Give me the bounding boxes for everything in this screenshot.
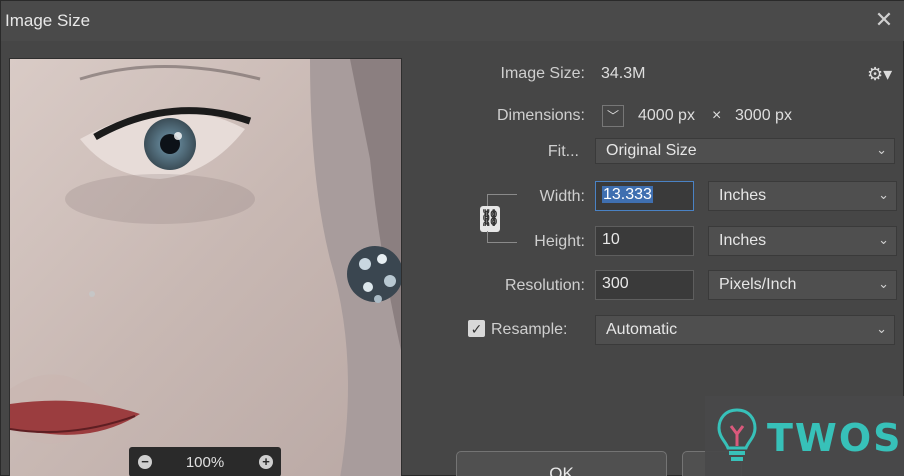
fit-label: Fit...	[547, 143, 579, 160]
dimensions-height: 3000 px	[735, 107, 792, 124]
image-preview[interactable]	[9, 58, 402, 476]
width-label: Width:	[539, 188, 585, 205]
plus-circle-icon[interactable]: +	[259, 455, 273, 469]
height-input-value: 10	[602, 231, 620, 248]
dimensions-separator: ×	[712, 107, 722, 124]
watermark-text: TWOS	[767, 416, 903, 460]
image-size-value: 34.3M	[601, 65, 646, 82]
preview-zoom-bar: − 100% +	[129, 447, 281, 476]
resolution-unit-select[interactable]: Pixels/Inch ⌄	[708, 270, 897, 300]
dialog-title: Image Size	[5, 11, 91, 30]
ok-button[interactable]: OK	[456, 451, 667, 476]
width-unit-select[interactable]: Inches ⌄	[708, 181, 897, 211]
resolution-input[interactable]: 300	[595, 270, 694, 300]
image-size-dialog: Image Size ✕ − 100% + Image Size: 34.3M …	[0, 0, 904, 476]
chevron-down-icon[interactable]: ﹀	[602, 105, 624, 127]
title-bar: Image Size ✕	[1, 1, 904, 41]
resolution-label: Resolution:	[504, 277, 585, 294]
fit-select-value: Original Size	[606, 142, 697, 159]
resolution-unit-value: Pixels/Inch	[719, 276, 797, 293]
chevron-down-icon: ⌄	[876, 142, 887, 157]
dimensions-width: 4000 px	[638, 107, 695, 124]
lightbulb-icon	[717, 408, 757, 461]
twos-watermark: TWOS	[705, 396, 904, 476]
chevron-down-icon: ⌄	[878, 276, 889, 291]
resample-checkbox[interactable]: ✓	[468, 320, 485, 337]
chain-link-icon[interactable]: ⛓	[480, 206, 500, 232]
height-unit-value: Inches	[719, 232, 767, 249]
resolution-input-value: 300	[602, 275, 629, 292]
height-input[interactable]: 10	[595, 226, 694, 256]
resample-select[interactable]: Automatic ⌄	[595, 315, 895, 345]
height-unit-select[interactable]: Inches ⌄	[708, 226, 897, 256]
gear-icon[interactable]: ⚙▾	[867, 64, 892, 85]
width-input[interactable]: 13.333	[595, 181, 694, 211]
height-label: Height:	[534, 233, 585, 250]
chevron-down-icon: ⌄	[876, 321, 887, 336]
preview-image	[10, 59, 401, 476]
resample-value: Automatic	[606, 321, 678, 338]
width-unit-value: Inches	[719, 187, 767, 204]
dimensions-label: Dimensions:	[496, 107, 585, 124]
resample-label: Resample:	[491, 321, 568, 338]
width-input-value: 13.333	[602, 186, 653, 203]
close-icon[interactable]: ✕	[871, 7, 897, 33]
chevron-down-icon: ⌄	[878, 187, 889, 202]
chevron-down-icon: ⌄	[878, 232, 889, 247]
fit-select[interactable]: Original Size ⌄	[595, 138, 895, 164]
image-size-label: Image Size:	[500, 65, 585, 82]
